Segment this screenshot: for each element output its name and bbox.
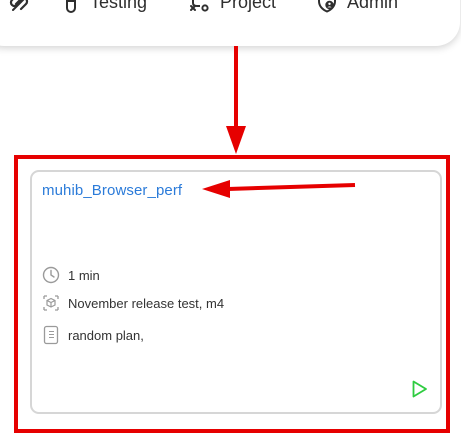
nav-testing-label: Testing — [90, 0, 148, 12]
nav-admin[interactable]: Admin — [317, 0, 398, 15]
logo-link[interactable] — [7, 0, 31, 15]
link-logo-icon — [7, 0, 31, 14]
box-icon — [42, 294, 60, 312]
clock-icon — [42, 266, 60, 284]
nav-project-label: Project — [220, 0, 277, 12]
nav-project[interactable]: Project — [188, 0, 276, 15]
shield-user-icon — [317, 0, 337, 13]
duration-text: 1 min — [68, 267, 100, 283]
workflow-icon — [188, 0, 210, 13]
nav-admin-label: Admin — [347, 0, 399, 12]
document-icon — [42, 325, 60, 345]
duration-row: 1 min — [42, 266, 100, 284]
app-canvas: Testing Project Admin muhib_Browser_perf… — [0, 0, 461, 436]
plan-card[interactable]: muhib_Browser_perf 1 min November releas… — [30, 170, 442, 414]
plan-title-link[interactable]: muhib_Browser_perf — [42, 182, 182, 199]
run-button[interactable] — [408, 380, 430, 402]
down-arrow — [226, 46, 246, 154]
release-row: November release test, m4 — [42, 294, 224, 312]
release-text: November release test, m4 — [68, 295, 225, 311]
play-icon — [409, 379, 429, 404]
flask-icon — [62, 0, 80, 13]
top-navbar: Testing Project Admin — [0, 0, 460, 46]
nav-testing[interactable]: Testing — [62, 0, 147, 15]
plan-text: random plan, — [68, 327, 144, 343]
plan-row: random plan, — [42, 325, 144, 345]
